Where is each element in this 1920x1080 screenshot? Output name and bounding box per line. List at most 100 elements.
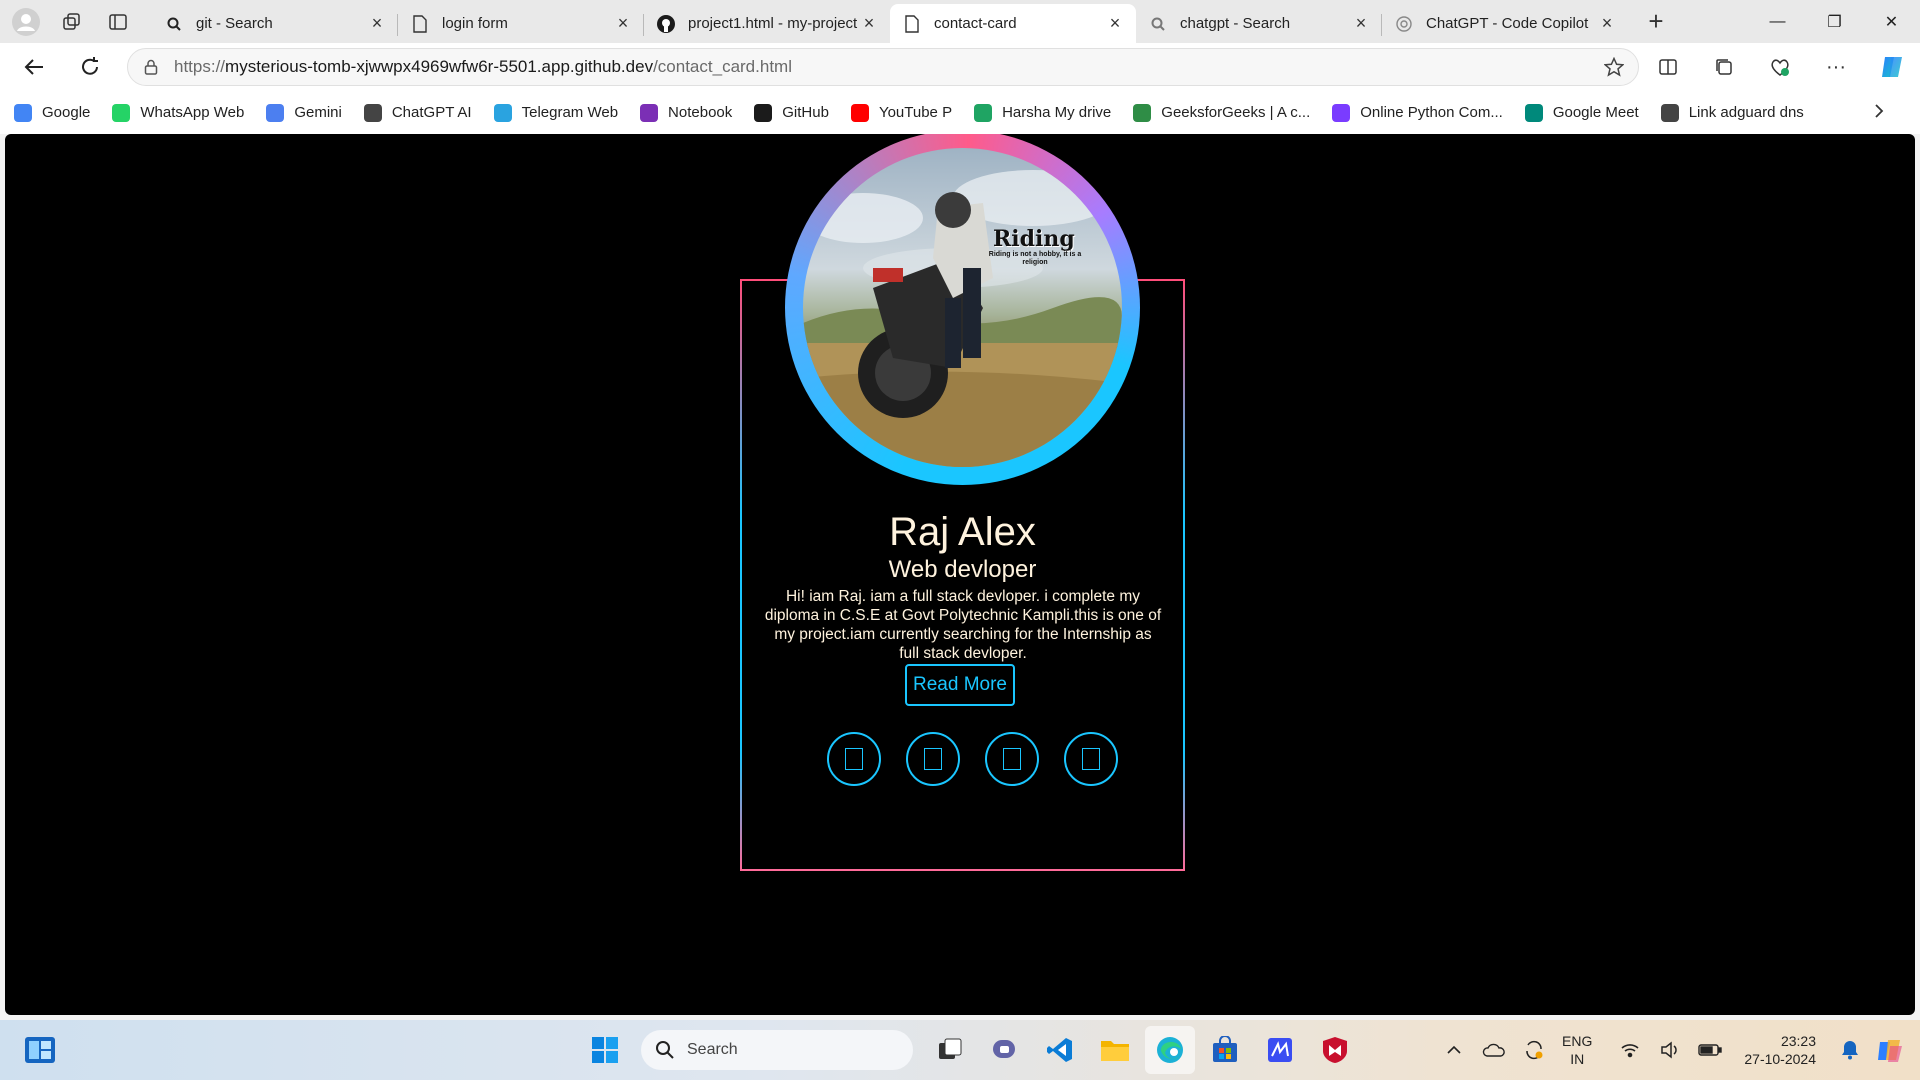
copilot-icon[interactable]: [1870, 1036, 1910, 1064]
teams-icon[interactable]: [980, 1026, 1030, 1074]
social-icon-1[interactable]: [827, 732, 881, 786]
bookmark-item[interactable]: Link adguard dns: [1660, 103, 1804, 122]
tab-title: git - Search: [196, 15, 273, 32]
system-tray: ENG IN 23:23 27-10-2024: [1434, 1020, 1920, 1080]
bookmark-item[interactable]: Google: [14, 103, 90, 122]
back-button[interactable]: [14, 47, 54, 87]
start-icon[interactable]: [580, 1026, 630, 1074]
new-tab-button[interactable]: +: [1636, 4, 1676, 40]
bookmark-item[interactable]: Harsha My drive: [974, 103, 1112, 122]
github-icon: [656, 14, 676, 34]
page-viewport: Riding Riding is not a hobby, it is a re…: [5, 134, 1915, 1015]
wifi-icon[interactable]: [1610, 1042, 1650, 1058]
profile-role: Web devloper: [888, 556, 1037, 583]
bookmark-item[interactable]: Online Python Com...: [1332, 103, 1503, 122]
python-icon: [1332, 103, 1351, 122]
bookmark-label: Notebook: [668, 104, 733, 121]
clock-time: 23:23: [1780, 1033, 1816, 1049]
profile-photo-ring: Riding Riding is not a hobby, it is a re…: [785, 134, 1140, 485]
tab-actions-icon[interactable]: [98, 2, 138, 42]
bookmark-item[interactable]: GitHub: [754, 103, 829, 122]
sync-icon[interactable]: [1514, 1039, 1554, 1061]
close-icon[interactable]: ×: [1598, 13, 1616, 33]
page-icon: [410, 14, 430, 34]
bookmark-label: Harsha My drive: [1002, 104, 1112, 121]
close-window-icon[interactable]: ✕: [1863, 0, 1920, 43]
bookmark-item[interactable]: ChatGPT AI: [363, 103, 472, 122]
bookmark-label: ChatGPT AI: [391, 104, 472, 121]
refresh-button[interactable]: [70, 47, 110, 87]
tab-strip: git - Search × login form × project1.htm…: [0, 0, 1920, 43]
page-icon: [902, 14, 922, 34]
chevron-up-icon[interactable]: [1434, 1045, 1474, 1055]
collections-icon[interactable]: [1696, 47, 1752, 87]
chevron-right-icon[interactable]: [1874, 103, 1884, 123]
tab-title: contact-card: [934, 15, 1017, 32]
volume-icon[interactable]: [1650, 1041, 1690, 1059]
app-icon[interactable]: [1255, 1026, 1305, 1074]
social-icon-2[interactable]: [906, 732, 960, 786]
bookmark-item[interactable]: Notebook: [640, 103, 733, 122]
vscode-icon[interactable]: [1035, 1026, 1085, 1074]
tab-chatgpt-copilot[interactable]: ChatGPT - Code Copilot ×: [1382, 6, 1628, 42]
photo-subcaption: Riding is not a hobby, it is a religion: [988, 251, 1082, 266]
tab-project1[interactable]: project1.html - my-project ×: [644, 6, 890, 42]
tab-title: ChatGPT - Code Copilot: [1426, 15, 1589, 32]
taskbar-apps: Search: [580, 1026, 1365, 1074]
read-more-button[interactable]: Read More: [905, 664, 1015, 706]
bookmark-item[interactable]: GeeksforGeeks | A c...: [1133, 103, 1310, 122]
more-options-icon[interactable]: ···: [1808, 47, 1864, 87]
workspaces-icon[interactable]: [52, 2, 92, 42]
tab-login-form[interactable]: login form ×: [398, 6, 644, 42]
widgets-icon[interactable]: [24, 1034, 56, 1066]
restore-icon[interactable]: ❐: [1806, 0, 1863, 43]
profile-icon[interactable]: [6, 2, 46, 42]
file-explorer-icon[interactable]: [1090, 1026, 1140, 1074]
address-toolbar: https://mysterious-tomb-xjwwpx4969wfw6r-…: [0, 43, 1920, 91]
tab-chatgpt-search[interactable]: chatgpt - Search ×: [1136, 6, 1382, 42]
clock[interactable]: 23:23 27-10-2024: [1744, 1032, 1816, 1068]
bookmark-item[interactable]: Gemini: [266, 103, 342, 122]
task-view-icon[interactable]: [925, 1026, 975, 1074]
photo-caption: Riding: [993, 226, 1075, 252]
close-icon[interactable]: ×: [368, 13, 386, 33]
bookmark-item[interactable]: WhatsApp Web: [112, 103, 244, 122]
bookmark-item[interactable]: Google Meet: [1524, 103, 1639, 122]
close-icon[interactable]: ×: [1352, 13, 1370, 33]
mcafee-icon[interactable]: [1310, 1026, 1360, 1074]
taskbar-search[interactable]: Search: [641, 1030, 913, 1070]
drive-icon: [974, 103, 993, 122]
url-text: https://mysterious-tomb-xjwwpx4969wfw6r-…: [174, 57, 792, 76]
copilot-icon[interactable]: [1864, 47, 1920, 87]
tab-title: chatgpt - Search: [1180, 15, 1291, 32]
telegram-icon: [493, 103, 512, 122]
whatsapp-icon: [112, 103, 131, 122]
browser-essentials-icon[interactable]: [1752, 47, 1808, 87]
onedrive-icon[interactable]: [1474, 1042, 1514, 1058]
tab-contact-card[interactable]: contact-card ×: [890, 4, 1136, 43]
taskbar-search-label: Search: [687, 1041, 738, 1058]
close-icon[interactable]: ×: [860, 13, 878, 33]
social-icon-3[interactable]: [985, 732, 1039, 786]
favorite-star-icon[interactable]: [1603, 56, 1625, 81]
split-screen-icon[interactable]: [1640, 47, 1696, 87]
address-bar[interactable]: https://mysterious-tomb-xjwwpx4969wfw6r-…: [127, 48, 1639, 86]
bookmark-item[interactable]: YouTube P: [850, 103, 952, 122]
gemini-icon: [266, 103, 285, 122]
chatgpt-icon: [1394, 14, 1414, 34]
gfg-icon: [1133, 103, 1152, 122]
search-icon: [164, 14, 184, 34]
page-icon: [1660, 103, 1679, 122]
close-icon[interactable]: ×: [614, 13, 632, 33]
battery-icon[interactable]: [1690, 1043, 1730, 1057]
social-icon-4[interactable]: [1064, 732, 1118, 786]
notification-bell-icon[interactable]: [1830, 1040, 1870, 1060]
tab-git-search[interactable]: git - Search ×: [152, 6, 398, 42]
store-icon[interactable]: [1200, 1026, 1250, 1074]
lock-icon[interactable]: [128, 59, 174, 75]
close-icon[interactable]: ×: [1106, 13, 1124, 33]
language-indicator[interactable]: ENG IN: [1562, 1032, 1592, 1068]
bookmark-item[interactable]: Telegram Web: [493, 103, 618, 122]
edge-icon[interactable]: [1145, 1026, 1195, 1074]
minimize-icon[interactable]: —: [1749, 0, 1806, 43]
